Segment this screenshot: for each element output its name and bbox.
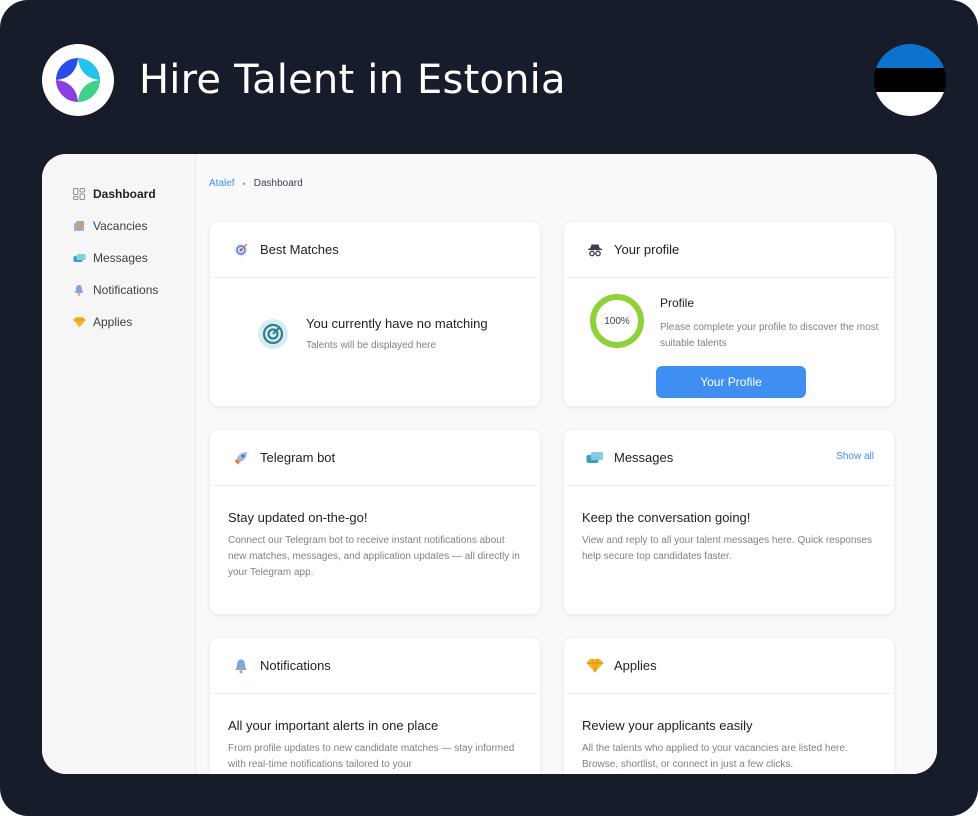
your-profile-button[interactable]: Your Profile — [656, 366, 806, 398]
bell-icon — [232, 657, 250, 675]
sidebar: Dashboard Vacancies Messages Notificatio… — [42, 154, 196, 774]
card-title: Messages — [614, 450, 674, 465]
sidebar-item-label: Dashboard — [93, 187, 156, 201]
dashboard-window: Dashboard Vacancies Messages Notificatio… — [42, 154, 937, 774]
card-body: Keep the conversation going! View and re… — [564, 486, 894, 565]
empty-state-title: You currently have no matching — [306, 316, 488, 331]
card-heading: Review your applicants easily — [582, 718, 753, 733]
brand-logo — [42, 44, 114, 116]
diamond-icon — [72, 315, 86, 329]
main-content: Atalef • Dashboard Best Matches You curr… — [196, 154, 937, 774]
target-icon — [258, 319, 288, 349]
messages-card: Messages Show all Keep the conversation … — [564, 430, 894, 614]
rocket-icon — [232, 449, 250, 467]
promo-frame: Hire Talent in Estonia Dashboard Vacanci… — [0, 0, 978, 816]
card-header: Your profile — [564, 222, 894, 278]
card-title: Best Matches — [260, 242, 339, 257]
show-all-link[interactable]: Show all — [836, 451, 874, 462]
card-description: Connect our Telegram bot to receive inst… — [228, 535, 520, 578]
card-header: Messages Show all — [564, 430, 894, 486]
estonia-flag-icon — [874, 44, 946, 116]
card-heading: Keep the conversation going! — [582, 510, 751, 525]
target-icon — [232, 241, 250, 259]
applies-card: Applies Review your applicants easily Al… — [564, 638, 894, 774]
card-title: Telegram bot — [260, 450, 336, 465]
card-header: Applies — [564, 638, 894, 694]
card-title: Your profile — [614, 242, 680, 257]
messages-icon — [72, 251, 86, 265]
chat-icon — [586, 449, 604, 467]
breadcrumb: Atalef • Dashboard — [209, 178, 303, 189]
empty-state: You currently have no matching Talents w… — [258, 316, 488, 351]
telegram-bot-card: Telegram bot Stay updated on-the-go! Con… — [210, 430, 540, 614]
sidebar-item-label: Messages — [93, 251, 148, 265]
dashboard-icon — [72, 187, 86, 201]
diamond-icon — [586, 657, 604, 675]
card-header: Notifications — [210, 638, 540, 694]
card-description: All the talents who applied to your vaca… — [582, 743, 848, 770]
card-title: Notifications — [260, 658, 331, 673]
sidebar-item-applies[interactable]: Applies — [72, 312, 132, 332]
profile-body: 100% Profile Please complete your profil… — [564, 278, 894, 406]
profile-heading: Profile — [660, 296, 695, 310]
sidebar-item-messages[interactable]: Messages — [72, 248, 148, 268]
empty-state-text: Talents will be displayed here — [306, 340, 437, 351]
sidebar-item-notifications[interactable]: Notifications — [72, 280, 158, 300]
card-heading: All your important alerts in one place — [228, 718, 439, 733]
profile-card: Your profile 100% Profile Please complet… — [564, 222, 894, 406]
vacancies-icon — [72, 219, 86, 233]
card-body: All your important alerts in one place F… — [210, 694, 540, 773]
card-title: Applies — [614, 658, 657, 673]
breadcrumb-separator: • — [242, 178, 246, 189]
card-body: Stay updated on-the-go! Connect our Tele… — [210, 486, 540, 581]
sidebar-item-label: Vacancies — [93, 219, 148, 233]
card-header: Telegram bot — [210, 430, 540, 486]
best-matches-card: Best Matches You currently have no match… — [210, 222, 540, 406]
bell-icon — [72, 283, 86, 297]
card-header: Best Matches — [210, 222, 540, 278]
breadcrumb-current: Dashboard — [253, 178, 303, 189]
brand-logo-icon — [56, 58, 100, 102]
card-description: View and reply to all your talent messag… — [582, 535, 872, 562]
page-headline: Hire Talent in Estonia — [139, 57, 566, 103]
profile-progress-ring: 100% — [590, 294, 644, 348]
notifications-card: Notifications All your important alerts … — [210, 638, 540, 774]
card-description: From profile updates to new candidate ma… — [228, 743, 515, 770]
sidebar-item-label: Notifications — [93, 283, 159, 297]
card-heading: Stay updated on-the-go! — [228, 510, 368, 525]
sidebar-item-dashboard[interactable]: Dashboard — [72, 184, 156, 204]
profile-text: Profile Please complete your profile to … — [660, 296, 880, 352]
sidebar-item-vacancies[interactable]: Vacancies — [72, 216, 147, 236]
card-body: Review your applicants easily All the ta… — [564, 694, 894, 773]
profile-description: Please complete your profile to discover… — [660, 322, 879, 349]
spy-icon — [586, 241, 604, 259]
sidebar-item-label: Applies — [93, 315, 133, 329]
breadcrumb-root-link[interactable]: Atalef — [209, 178, 235, 189]
